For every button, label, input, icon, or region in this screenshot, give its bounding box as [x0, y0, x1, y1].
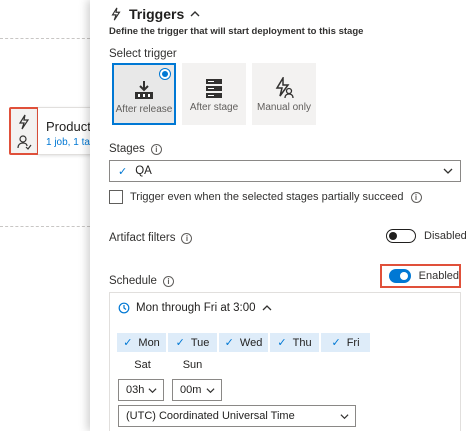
manual-only-icon — [275, 77, 294, 99]
panel-title: Triggers — [129, 6, 185, 22]
stages-label: Stages i — [109, 143, 162, 155]
day-mon[interactable]: ✓ Mon — [117, 333, 166, 352]
artifact-filters-text: Artifact filters — [109, 232, 176, 244]
day-sat[interactable]: Sat — [117, 355, 168, 374]
lightning-icon — [111, 7, 121, 21]
triggers-panel: Triggers Define the trigger that will st… — [90, 0, 474, 431]
artifact-filters-label: Artifact filters i — [109, 232, 193, 244]
tile-label: After stage — [189, 102, 239, 113]
timezone-dropdown[interactable]: (UTC) Coordinated Universal Time — [118, 405, 356, 427]
tile-label: After release — [115, 104, 173, 115]
check-icon: ✓ — [277, 337, 287, 349]
tile-manual-only[interactable]: Manual only — [252, 63, 316, 125]
check-icon: ✓ — [123, 337, 133, 349]
day-label: Thu — [292, 336, 312, 349]
schedule-toggle-group: Enabled — [380, 264, 461, 288]
select-trigger-label: Select trigger — [109, 48, 177, 60]
schedule-summary: Mon through Fri at 3:00 — [136, 302, 256, 314]
schedule-toggle[interactable] — [389, 269, 411, 283]
schedule-label-text: Schedule — [109, 275, 157, 287]
chevron-down-icon[interactable] — [443, 166, 453, 176]
tile-after-release[interactable]: After release — [112, 63, 176, 125]
day-wed[interactable]: ✓ Wed — [219, 333, 268, 352]
hour-dropdown[interactable]: 03h — [118, 379, 164, 401]
schedule-state: Enabled — [418, 270, 459, 282]
schedule-label: Schedule i — [109, 275, 174, 287]
day-label: Fri — [346, 336, 360, 349]
tile-label: Manual only — [257, 102, 311, 113]
schedule-summary-header[interactable]: Mon through Fri at 3:00 — [118, 302, 272, 314]
chevron-up-icon[interactable] — [190, 9, 200, 19]
minute-value: 00m — [180, 384, 202, 396]
timezone-value: (UTC) Coordinated Universal Time — [126, 410, 295, 422]
panel-header[interactable]: Triggers — [109, 6, 200, 22]
after-stage-icon — [206, 79, 222, 98]
connector-line — [0, 38, 90, 39]
chevron-down-icon — [206, 388, 215, 394]
chevron-down-icon — [148, 388, 157, 394]
stages-dropdown[interactable]: ✓ QA — [109, 160, 461, 182]
check-icon: ✓ — [331, 337, 341, 349]
day-fri[interactable]: ✓ Fri — [321, 333, 370, 352]
schedule-box: Mon through Fri at 3:00 ✓ Mon ✓ Tue ✓ Wed ✓… — [109, 292, 461, 431]
after-release-icon — [135, 81, 153, 99]
days-selector: ✓ Mon ✓ Tue ✓ Wed ✓ Thu ✓ Fri Sat Sun — [117, 333, 417, 377]
info-icon[interactable]: i — [410, 191, 422, 203]
panel-description: Define the trigger that will start deplo… — [109, 26, 364, 37]
radio-selected-icon — [159, 68, 171, 80]
approver-icon[interactable] — [16, 134, 32, 150]
partial-succeed-label: Trigger even when the selected stages pa… — [130, 191, 404, 203]
partial-succeed-row: Trigger even when the selected stages pa… — [109, 190, 422, 204]
tile-after-stage[interactable]: After stage — [182, 63, 246, 125]
day-label: Sun — [182, 358, 203, 371]
lightning-trigger-icon[interactable] — [16, 114, 32, 130]
artifact-filters-toggle-group: Disabled — [386, 229, 467, 243]
day-tue[interactable]: ✓ Tue — [168, 333, 217, 352]
chevron-down-icon — [340, 414, 349, 420]
stages-label-text: Stages — [109, 143, 145, 155]
chevron-up-icon[interactable] — [262, 303, 272, 313]
hour-value: 03h — [126, 384, 145, 396]
check-icon: ✓ — [118, 165, 128, 178]
day-thu[interactable]: ✓ Thu — [270, 333, 319, 352]
artifact-filters-toggle[interactable] — [386, 229, 416, 243]
pipeline-canvas: Production 1 job, 1 task — [0, 0, 100, 431]
trigger-tiles: After release After stage Manual only — [112, 63, 316, 125]
minute-dropdown[interactable]: 00m — [172, 379, 222, 401]
day-sun[interactable]: Sun — [168, 355, 217, 374]
info-icon[interactable]: i — [150, 143, 162, 155]
info-icon[interactable]: i — [162, 275, 174, 287]
day-label: Tue — [190, 336, 210, 349]
check-icon: ✓ — [224, 337, 234, 349]
check-icon: ✓ — [175, 337, 185, 349]
day-label: Mon — [138, 336, 160, 349]
day-label: Sat — [134, 358, 151, 371]
stage-trigger-icons[interactable] — [9, 107, 39, 155]
artifact-filters-state: Disabled — [424, 230, 467, 242]
history-clock-icon — [118, 302, 130, 314]
connector-line — [0, 226, 90, 227]
day-label: Wed — [239, 336, 263, 349]
select-trigger-text: Select trigger — [109, 48, 177, 60]
partial-succeed-checkbox[interactable] — [109, 190, 123, 204]
info-icon[interactable]: i — [181, 232, 193, 244]
stages-value: QA — [135, 165, 152, 177]
